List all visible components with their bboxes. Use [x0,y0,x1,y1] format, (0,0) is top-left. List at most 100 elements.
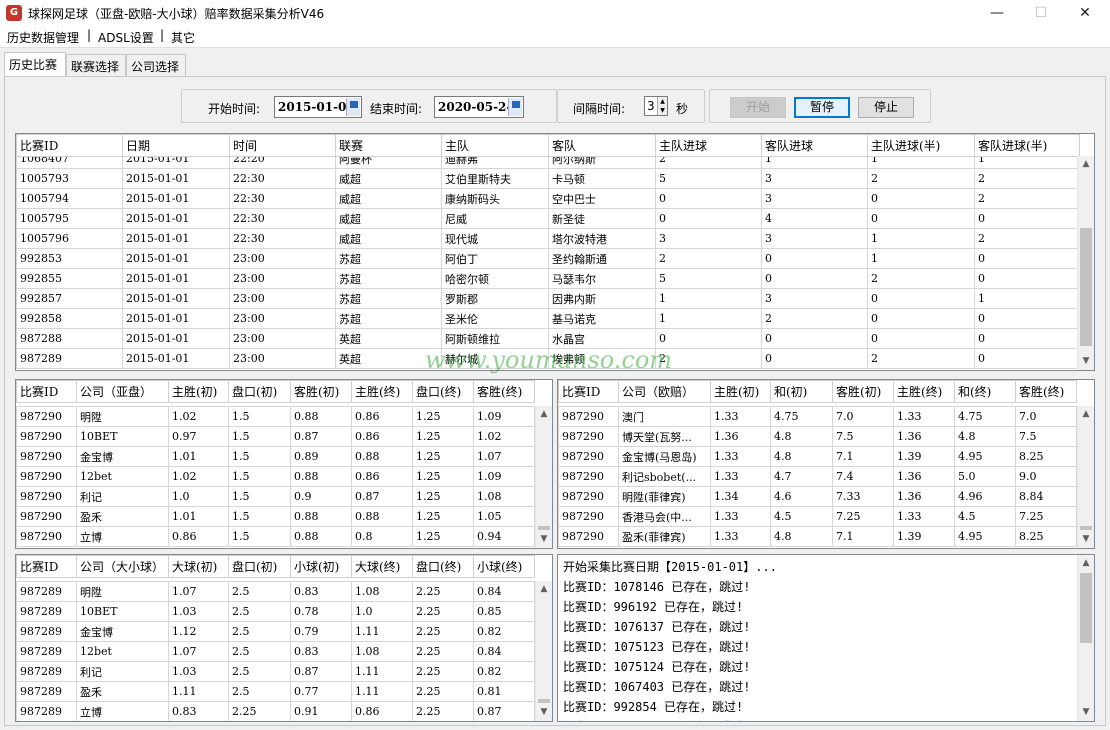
overunder-odds-grid[interactable]: 比赛ID 公司（大小球） 大球(初) 盘口(初) 小球(初) 大球(终) 盘口(终) 小球(终… [15,554,553,722]
table-row[interactable]: 987290 明陞 1.02 1.5 0.88 0.86 1.25 1.09 [16,406,535,427]
tab-history-matches[interactable]: 历史比赛 [4,52,66,76]
column-header[interactable]: 日期 [122,134,230,157]
tab-league-select[interactable]: 联赛选择 [66,54,126,76]
column-header[interactable]: 客胜(初) [832,380,894,403]
column-header[interactable]: 客胜(终) [473,380,535,403]
scroll-thumb[interactable] [538,526,550,530]
scroll-up-icon[interactable]: ▲ [1078,406,1094,423]
scroll-down-icon[interactable]: ▼ [1078,704,1094,721]
table-row[interactable]: 987290 香港马会(中... 1.33 4.5 7.25 1.33 4.5 7.25 [558,506,1077,527]
scroll-thumb[interactable] [1080,228,1092,346]
table-row[interactable]: 987289 金宝博 1.12 2.5 0.79 1.11 2.25 0.82 [16,621,535,642]
column-header[interactable]: 小球(终) [473,555,535,578]
column-header[interactable]: 小球(初) [290,555,352,578]
overunder-scrollbar[interactable]: ▲ ▼ [535,581,552,721]
column-header[interactable]: 比赛ID [16,380,77,403]
column-header[interactable]: 主胜(终) [351,380,413,403]
table-row[interactable]: 987289 盈禾 1.11 2.5 0.77 1.11 2.25 0.81 [16,681,535,702]
column-header[interactable]: 盘口(终) [412,380,474,403]
menu-history-data[interactable]: 历史数据管理 [7,29,79,46]
column-header[interactable]: 大球(终) [351,555,413,578]
column-header[interactable]: 主胜(终) [893,380,955,403]
scroll-up-icon[interactable]: ▲ [536,406,552,423]
column-header[interactable]: 公司（欧赔） [618,380,711,403]
column-header[interactable]: 和(终) [954,380,1016,403]
interval-stepper[interactable]: 3 ▲ ▼ [644,96,668,116]
menu-other[interactable]: 其它 [171,29,195,46]
table-row[interactable]: 1005795 2015-01-01 22:30 威超 尼威 新圣徒 0 4 0 0 [16,208,1080,229]
table-row[interactable]: 987289 明陞 1.07 2.5 0.83 1.08 2.25 0.84 [16,581,535,602]
table-row[interactable]: 992855 2015-01-01 23:00 苏超 哈密尔顿 马瑟韦尔 5 0 2 0 [16,268,1080,289]
scroll-thumb[interactable] [1080,526,1092,530]
table-row[interactable]: 987290 明陞(菲律宾) 1.34 4.6 7.33 1.36 4.96 8.84 [558,486,1077,507]
scroll-thumb[interactable] [1080,573,1092,643]
start-date-picker[interactable]: 2015-01-01 [274,96,362,118]
table-row[interactable]: 987290 立博 0.86 1.5 0.88 0.8 1.25 0.94 [16,526,535,547]
scroll-up-icon[interactable]: ▲ [536,581,552,598]
column-header[interactable]: 客胜(终) [1015,380,1077,403]
column-header[interactable]: 盘口(初) [228,555,291,578]
table-row[interactable]: 1005794 2015-01-01 22:30 威超 康纳斯码头 空中巴士 0 3 0 2 [16,188,1080,209]
column-header[interactable]: 联赛 [335,134,442,157]
menu-adsl-settings[interactable]: ADSL设置 [98,29,154,46]
end-date-picker[interactable]: 2020-05-24 [434,96,524,118]
table-row[interactable]: 992853 2015-01-01 23:00 苏超 阿伯丁 圣约翰斯通 2 0 1 0 [16,248,1080,269]
table-row[interactable]: 992858 2015-01-01 23:00 苏超 圣米伦 基马诺克 1 2 0 0 [16,308,1080,329]
matches-scrollbar[interactable]: ▲ ▼ [1077,156,1094,370]
scroll-thumb[interactable] [538,699,550,703]
minimize-button[interactable]: — [974,0,1020,26]
scroll-up-icon[interactable]: ▲ [1078,555,1094,572]
spin-down-icon[interactable]: ▼ [657,106,667,115]
table-row[interactable]: 987289 12bet 1.07 2.5 0.83 1.08 2.25 0.84 [16,641,535,662]
column-header[interactable]: 主胜(初) [710,380,771,403]
column-header[interactable]: 客队进球(半) [974,134,1080,157]
euro-odds-grid[interactable]: 比赛ID 公司（欧赔） 主胜(初) 和(初) 客胜(初) 主胜(终) 和(终) 客胜(终) 9… [557,379,1095,549]
table-row[interactable]: 987290 12bet 1.02 1.5 0.88 0.86 1.25 1.09 [16,466,535,487]
euro-scrollbar[interactable]: ▲ ▼ [1077,406,1094,548]
asian-scrollbar[interactable]: ▲ ▼ [535,406,552,548]
log-scrollbar[interactable]: ▲ ▼ [1077,555,1094,721]
table-row[interactable]: 987290 金宝博 1.01 1.5 0.89 0.88 1.25 1.07 [16,446,535,467]
table-row[interactable]: 987290 盈禾 1.01 1.5 0.88 0.88 1.25 1.05 [16,506,535,527]
column-header[interactable]: 客胜(初) [290,380,352,403]
table-row[interactable]: 992857 2015-01-01 23:00 苏超 罗斯郡 因弗内斯 1 3 0 1 [16,288,1080,309]
calendar-icon[interactable] [508,98,522,116]
scroll-down-icon[interactable]: ▼ [536,531,552,548]
scroll-up-icon[interactable]: ▲ [1078,156,1094,173]
scroll-down-icon[interactable]: ▼ [1078,353,1094,370]
log-panel[interactable]: 开始采集比赛日期【2015-01-01】... 比赛ID：1078146 已存在，… [557,554,1095,722]
column-header[interactable]: 客队进球 [761,134,868,157]
column-header[interactable]: 主队进球(半) [867,134,975,157]
table-row[interactable]: 987289 利记 1.03 2.5 0.87 1.11 2.25 0.82 [16,661,535,682]
table-row[interactable]: 987290 利记 1.0 1.5 0.9 0.87 1.25 1.08 [16,486,535,507]
column-header[interactable]: 客队 [548,134,656,157]
pause-button[interactable]: 暂停 [794,97,850,118]
matches-grid[interactable]: 比赛ID 日期 时间 联赛 主队 客队 主队进球 客队进球 主队进球(半) 客队进球(半) 106… [15,133,1095,371]
column-header[interactable]: 时间 [229,134,336,157]
table-row[interactable]: 1005796 2015-01-01 22:30 威超 现代城 塔尔波特港 3 3 1 2 [16,228,1080,249]
asian-odds-grid[interactable]: 比赛ID 公司（亚盘） 主胜(初) 盘口(初) 客胜(初) 主胜(终) 盘口(终) 客胜(终)… [15,379,553,549]
column-header[interactable]: 盘口(终) [412,555,474,578]
table-row[interactable]: 987290 澳门 1.33 4.75 7.0 1.33 4.75 7.0 [558,406,1077,427]
column-header[interactable]: 大球(初) [168,555,229,578]
table-row[interactable]: 987290 10BET 0.97 1.5 0.87 0.86 1.25 1.02 [16,426,535,447]
column-header[interactable]: 主队进球 [655,134,762,157]
table-row[interactable]: 987290 盈禾(菲律宾) 1.33 4.8 7.1 1.39 4.95 8.25 [558,526,1077,547]
table-row[interactable]: 987289 立博 0.83 2.25 0.91 0.86 2.25 0.87 [16,701,535,721]
scroll-down-icon[interactable]: ▼ [1078,531,1094,548]
column-header[interactable]: 主队 [441,134,549,157]
column-header[interactable]: 公司（大小球） [76,555,169,578]
maximize-button[interactable]: ☐ [1018,0,1064,26]
calendar-icon[interactable] [346,98,360,116]
table-row[interactable]: 987290 金宝博(马恩岛) 1.33 4.8 7.1 1.39 4.95 8.25 [558,446,1077,467]
column-header[interactable]: 主胜(初) [168,380,229,403]
spin-up-icon[interactable]: ▲ [657,97,667,106]
column-header[interactable]: 比赛ID [16,555,77,578]
close-button[interactable]: ✕ [1062,0,1108,26]
table-row[interactable]: 987290 博天堂(瓦努... 1.36 4.8 7.5 1.36 4.8 7.5 [558,426,1077,447]
column-header[interactable]: 盘口(初) [228,380,291,403]
table-row[interactable]: 987289 10BET 1.03 2.5 0.78 1.0 2.25 0.85 [16,601,535,622]
stop-button[interactable]: 停止 [858,97,914,118]
column-header[interactable]: 公司（亚盘） [76,380,169,403]
table-row[interactable]: 1005793 2015-01-01 22:30 威超 艾伯里斯特夫 卡马顿 5 3 2 2 [16,168,1080,189]
